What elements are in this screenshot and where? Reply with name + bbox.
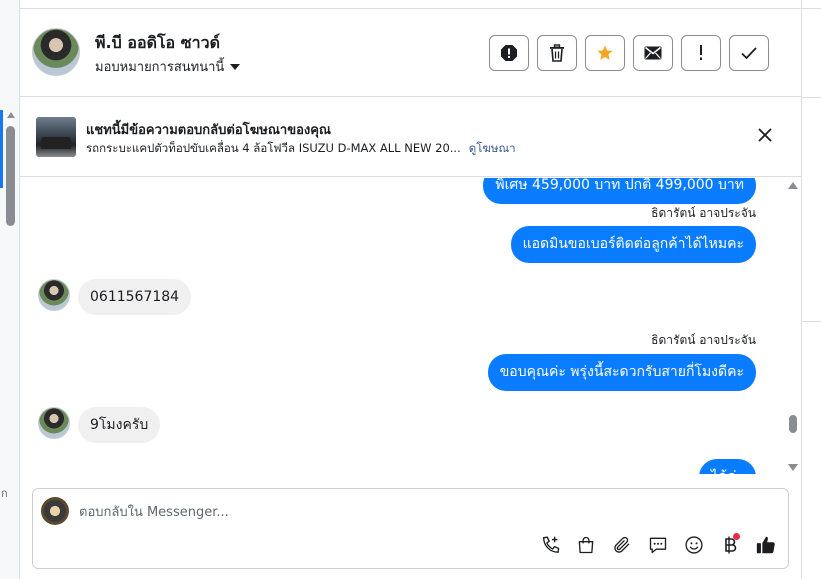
- divider: [802, 8, 821, 9]
- message-bubble-outgoing: พิเศษ 459,000 บาท ปกติ 499,000 บาท: [483, 178, 756, 204]
- reply-composer: [32, 488, 789, 569]
- message-bubble-incoming: 0611567184: [78, 279, 192, 315]
- reply-input[interactable]: [79, 501, 769, 523]
- scroll-up-arrow[interactable]: [788, 182, 798, 189]
- check-icon: [740, 46, 758, 60]
- thumbs-up-icon: [755, 534, 777, 560]
- mark-spam-button[interactable]: [489, 35, 529, 71]
- shopping-bag-icon: [576, 535, 596, 559]
- contact-avatar-small: [38, 279, 70, 311]
- sender-name: ธิดารัตน์ อาจประจัน: [651, 206, 756, 220]
- ad-banner-subtitle: รถกระบะแคปตัวท็อปขับเคลื่อน 4 ล้อโฟวีล I…: [86, 140, 516, 158]
- emoji-icon: [684, 535, 704, 559]
- scrollbar-thumb[interactable]: [789, 415, 797, 433]
- follow-up-button[interactable]: [681, 35, 721, 71]
- paperclip-icon: [612, 535, 632, 559]
- right-panel-edge: [801, 0, 821, 579]
- left-panel-edge: ก: [0, 0, 20, 579]
- ad-reply-banner: แชทนี้มีข้อความตอบกลับต่อโฆษณาของคุณ รถก…: [20, 97, 801, 177]
- message-bubble-outgoing: ได้ค่ะ: [698, 459, 756, 474]
- left-scroll-up-arrow[interactable]: [7, 112, 15, 118]
- divider: [802, 321, 821, 322]
- delete-button[interactable]: [537, 35, 577, 71]
- baht-icon: [722, 533, 740, 559]
- phone-plus-icon: [540, 534, 562, 560]
- call-button[interactable]: [539, 535, 563, 559]
- conversation-header: พี.บี ออดิโอ ซาวด์ มอบหมายการสนทนานี้: [20, 8, 801, 97]
- message-thread: พิเศษ 459,000 บาท ปกติ 499,000 บาท ธิดาร…: [20, 178, 782, 474]
- mark-done-button[interactable]: [729, 35, 769, 71]
- spam-icon: [500, 44, 518, 62]
- close-icon: [758, 127, 772, 146]
- message-bubble-outgoing: แอดมินขอเบอร์ติดต่อลูกค้าได้ไหมคะ: [510, 226, 756, 263]
- emoji-button[interactable]: [682, 535, 706, 559]
- star-button[interactable]: [585, 35, 625, 71]
- inbox-conversation-panel: ก พี.บี ออดิโอ ซาวด์ มอบหมายการสนทนานี้: [0, 0, 821, 579]
- caret-down-icon: [230, 63, 241, 70]
- assign-label: มอบหมายการสนทนานี้: [95, 60, 225, 75]
- view-ad-link[interactable]: ดูโฆษณา: [469, 140, 516, 158]
- shop-button[interactable]: [574, 535, 598, 559]
- contact-avatar[interactable]: [32, 28, 80, 76]
- message-bubble-incoming: 9โมงครับ: [78, 407, 161, 443]
- like-button[interactable]: [754, 535, 778, 559]
- scroll-down-arrow[interactable]: [788, 464, 798, 471]
- assign-conversation-dropdown[interactable]: มอบหมายการสนทนานี้: [95, 56, 241, 77]
- sender-name: ธิดารัตน์ อาจประจัน: [651, 333, 756, 347]
- ad-description: รถกระบะแคปตัวท็อปขับเคลื่อน 4 ล้อโฟวีล I…: [86, 141, 461, 155]
- envelope-icon: [644, 46, 662, 60]
- divider: [802, 97, 821, 98]
- ad-banner-title: แชทนี้มีข้อความตอบกลับต่อโฆษณาของคุณ: [86, 123, 331, 138]
- payment-button[interactable]: [718, 533, 742, 559]
- saved-replies-button[interactable]: [646, 535, 670, 559]
- star-icon: [596, 44, 614, 62]
- trash-icon: [549, 44, 565, 62]
- notification-dot: [733, 533, 740, 540]
- mark-unread-button[interactable]: [633, 35, 673, 71]
- selected-indicator: [0, 110, 3, 188]
- attach-button[interactable]: [610, 535, 634, 559]
- message-scrollbar[interactable]: [782, 178, 801, 474]
- contact-avatar-small: [38, 407, 70, 439]
- exclamation-icon: [698, 45, 704, 61]
- message-bubble-outgoing: ขอบคุณค่ะ พรุ่งนี้สะดวกรับสายกี่โมงดีคะ: [487, 354, 756, 391]
- contact-name[interactable]: พี.บี ออดิโอ ซาวด์: [95, 31, 220, 56]
- left-scrollbar-thumb[interactable]: [6, 126, 15, 226]
- left-edge-text: ก: [1, 487, 8, 500]
- page-avatar: [41, 497, 69, 525]
- close-banner-button[interactable]: [754, 125, 776, 147]
- chat-bubble-icon: [648, 535, 668, 559]
- ad-thumbnail[interactable]: [36, 117, 76, 157]
